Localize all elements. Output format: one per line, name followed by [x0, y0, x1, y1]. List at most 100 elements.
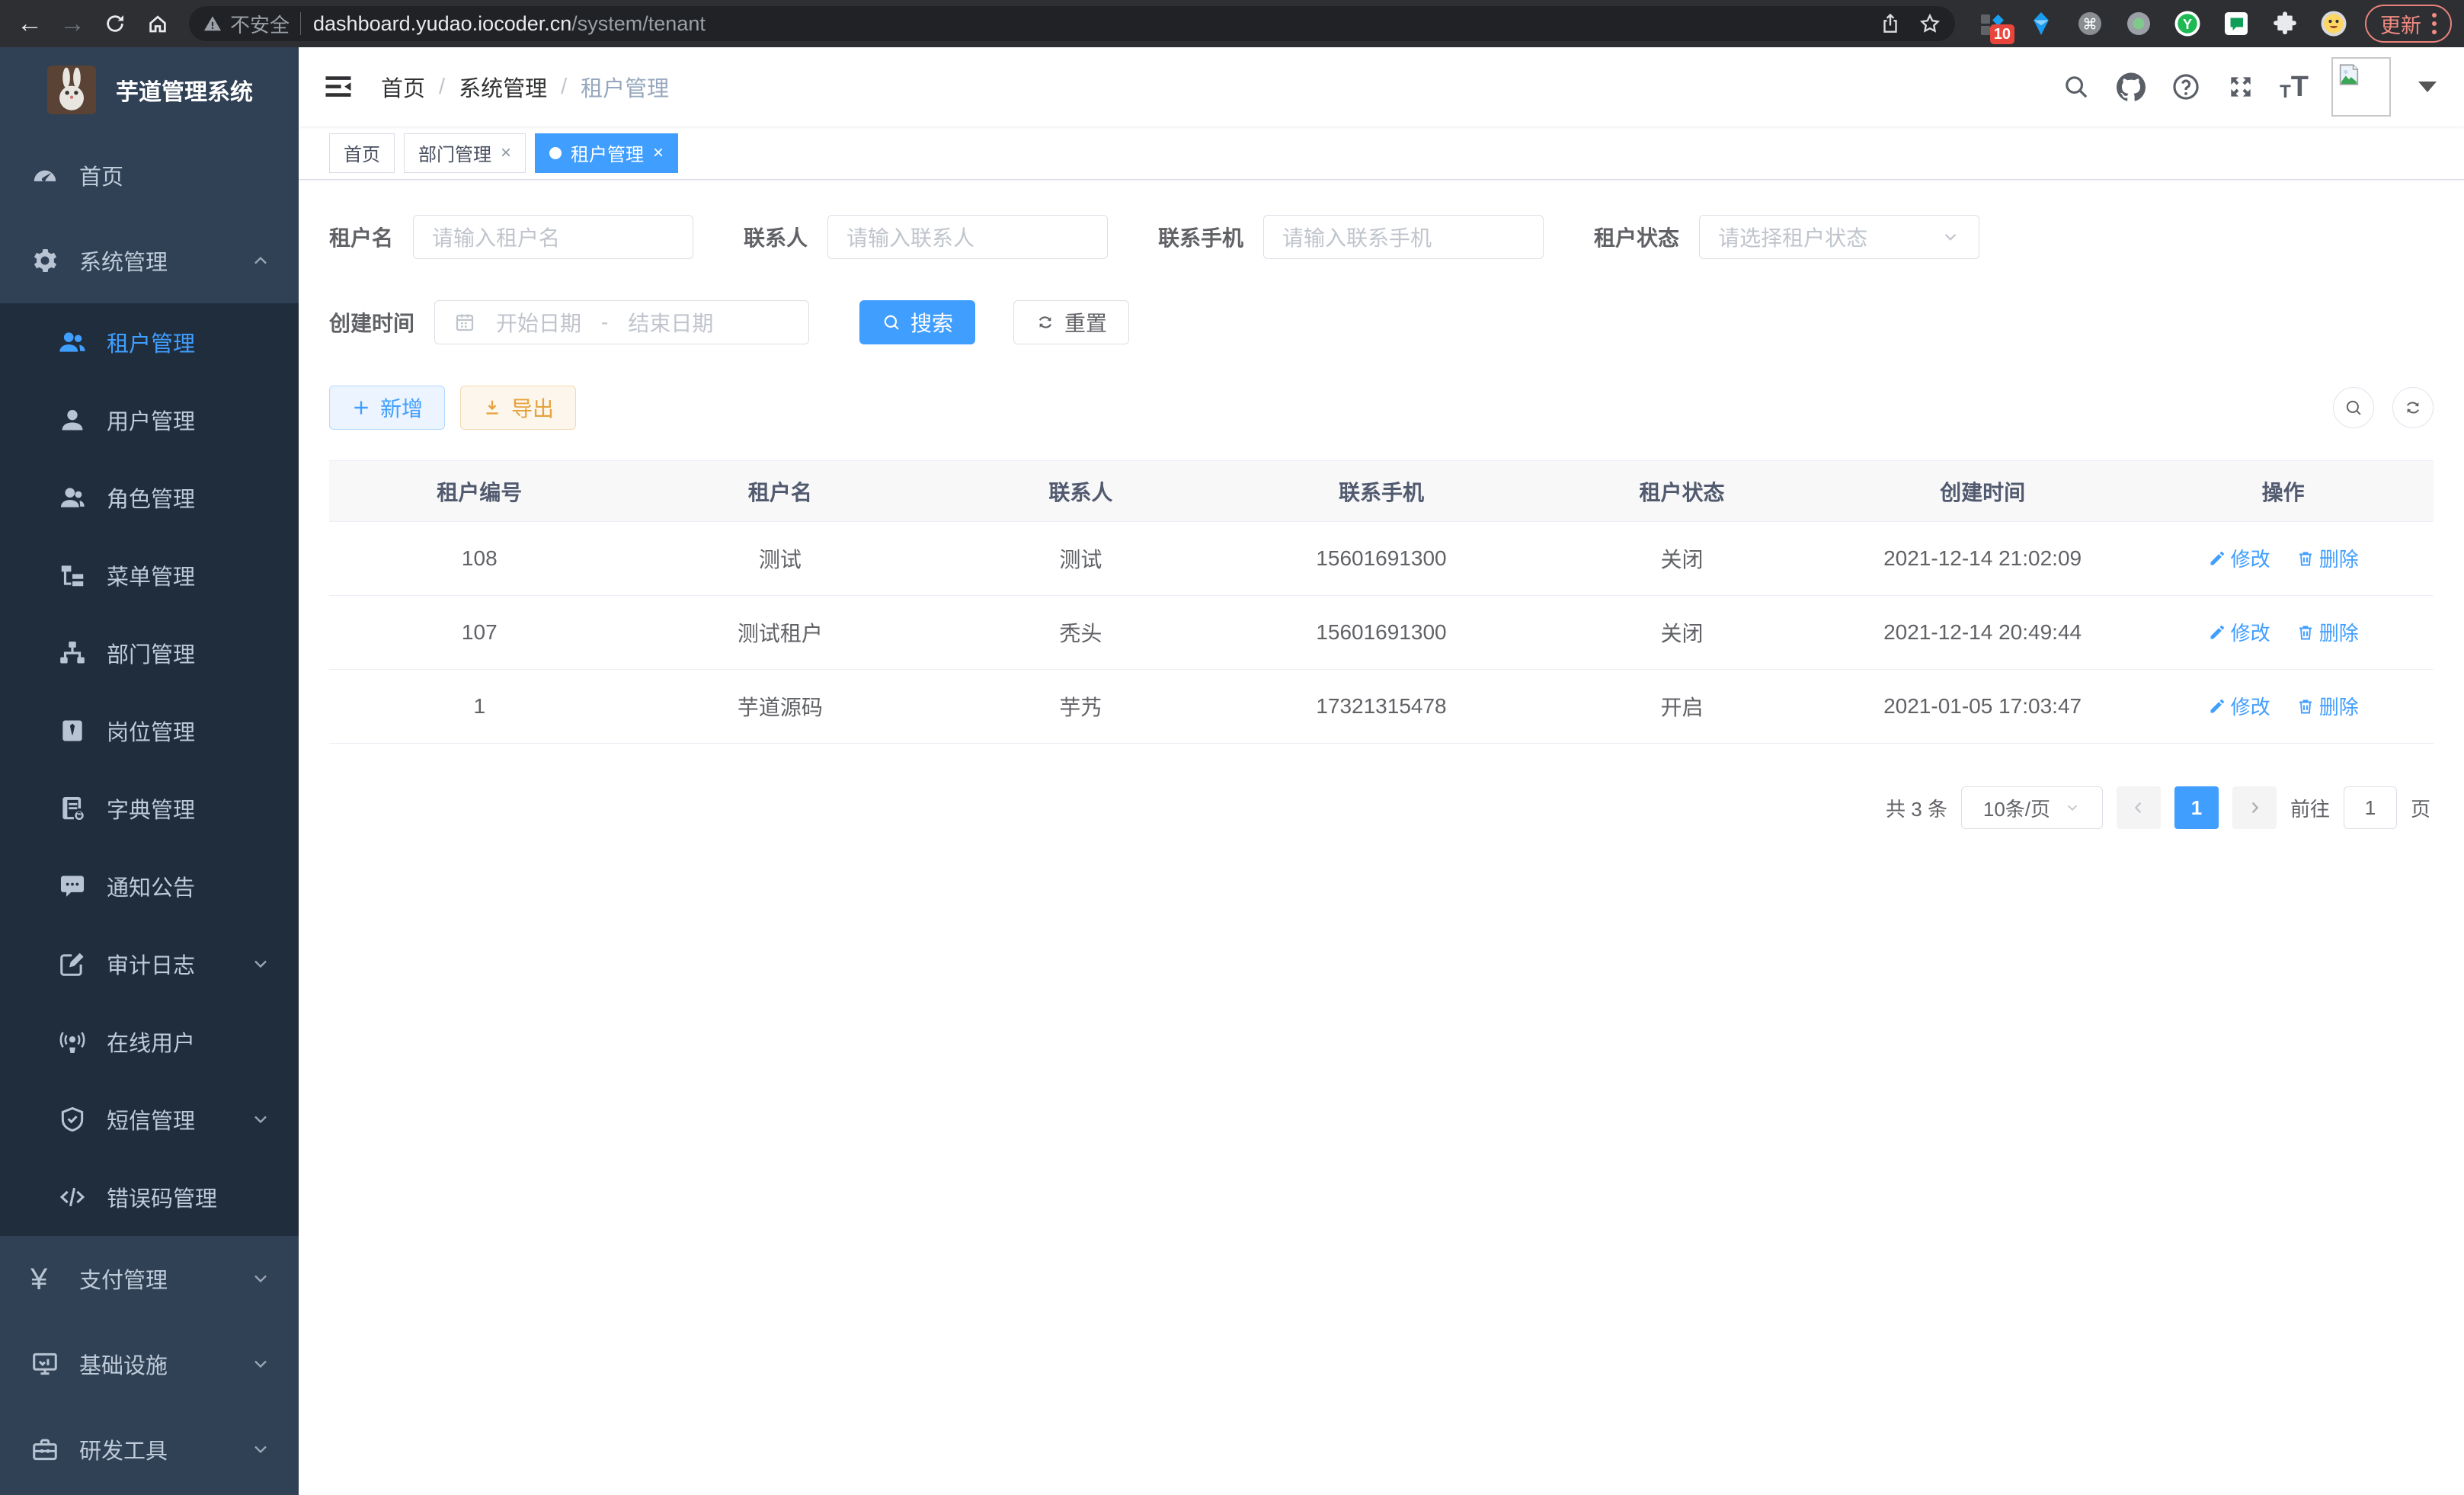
browser-menu-kebab-icon[interactable]	[2432, 13, 2437, 34]
breadcrumb-system[interactable]: 系统管理	[459, 71, 547, 103]
browser-reload-icon[interactable]	[98, 6, 133, 41]
edit-link[interactable]: 修改	[2208, 544, 2270, 572]
sidebar-collapse-icon[interactable]	[322, 70, 355, 104]
export-button[interactable]: 导出	[460, 386, 576, 430]
contact-input[interactable]: 请输入联系人	[827, 215, 1108, 259]
sidebar-item-错误码管理[interactable]: 错误码管理	[0, 1158, 299, 1236]
close-tab-icon[interactable]: ×	[653, 142, 664, 164]
header-search-icon[interactable]	[2060, 71, 2092, 103]
user-menu-caret-icon[interactable]	[2418, 82, 2437, 92]
sidebar-item-label: 系统管理	[79, 245, 168, 277]
sidebar-item-基础设施[interactable]: 基础设施	[0, 1321, 299, 1407]
delete-link[interactable]: 删除	[2296, 544, 2359, 572]
search-button[interactable]: 搜索	[859, 300, 975, 344]
edit-link[interactable]: 修改	[2208, 692, 2270, 720]
create-time-range-input[interactable]: 开始日期 - 结束日期	[434, 300, 809, 344]
sidebar-menu: 首页系统管理租户管理用户管理角色管理菜单管理部门管理岗位管理字典管理通知公告审计…	[0, 133, 299, 1492]
sidebar-item-部门管理[interactable]: 部门管理	[0, 614, 299, 692]
command-icon[interactable]: ⌘	[2071, 5, 2109, 43]
sidebar-item-短信管理[interactable]: 短信管理	[0, 1080, 299, 1158]
edit-link[interactable]: 修改	[2208, 618, 2270, 646]
browser-back-icon[interactable]: ←	[12, 6, 47, 41]
user-icon	[58, 405, 87, 434]
sidebar-item-label: 部门管理	[107, 637, 195, 669]
sidebar: 芋道管理系统 首页系统管理租户管理用户管理角色管理菜单管理部门管理岗位管理字典管…	[0, 47, 299, 1495]
y-circle-icon[interactable]: Y	[2168, 5, 2206, 43]
close-tab-icon[interactable]: ×	[501, 142, 511, 164]
online-user-icon	[58, 1027, 87, 1056]
help-icon[interactable]	[2170, 71, 2202, 103]
url-text[interactable]: dashboard.yudao.iocoder.cn/system/tenant	[313, 12, 1879, 36]
address-divider	[300, 12, 301, 35]
github-icon[interactable]	[2115, 71, 2147, 103]
avatar[interactable]	[2331, 57, 2391, 117]
browser-forward-icon[interactable]: →	[55, 6, 90, 41]
page-number-button[interactable]: 1	[2174, 786, 2219, 829]
sidebar-item-菜单管理[interactable]: 菜单管理	[0, 536, 299, 614]
table-row: 107测试租户秃头15601691300关闭2021-12-14 20:49:4…	[329, 596, 2434, 670]
goto-label: 前往	[2290, 794, 2330, 822]
address-bar[interactable]: 不安全 dashboard.yudao.iocoder.cn/system/te…	[189, 6, 1955, 41]
status-select[interactable]: 请选择租户状态	[1699, 215, 1979, 259]
tab-部门管理[interactable]: 部门管理×	[404, 133, 526, 173]
sidebar-item-用户管理[interactable]: 用户管理	[0, 381, 299, 459]
yen-icon: ¥	[30, 1264, 59, 1293]
toggle-search-icon[interactable]	[2333, 387, 2374, 428]
sidebar-item-岗位管理[interactable]: 岗位管理	[0, 692, 299, 770]
cell-status: 开启	[1531, 670, 1832, 744]
refresh-table-icon[interactable]	[2392, 387, 2434, 428]
sidebar-item-字典管理[interactable]: 字典管理	[0, 770, 299, 847]
sidebar-item-label: 错误码管理	[107, 1181, 217, 1213]
sidebar-item-支付管理[interactable]: ¥支付管理	[0, 1236, 299, 1321]
cell-name: 测试租户	[630, 596, 931, 670]
sidebar-item-审计日志[interactable]: 审计日志	[0, 925, 299, 1003]
breadcrumb-home[interactable]: 首页	[381, 71, 425, 103]
table-row: 1芋道源码芋艿17321315478开启2021-01-05 17:03:47修…	[329, 670, 2434, 744]
add-button[interactable]: 新增	[329, 386, 445, 430]
sidebar-item-label: 在线用户	[107, 1026, 195, 1058]
tenant-name-input[interactable]: 请输入租户名	[413, 215, 693, 259]
gem-icon[interactable]	[2022, 5, 2060, 43]
font-size-icon[interactable]: TT	[2280, 72, 2309, 101]
browser-home-icon[interactable]	[140, 6, 175, 41]
sidebar-item-label: 角色管理	[107, 482, 195, 514]
sidebar-item-在线用户[interactable]: 在线用户	[0, 1003, 299, 1080]
goto-page-input[interactable]: 1	[2344, 786, 2397, 829]
sidebar-item-租户管理[interactable]: 租户管理	[0, 303, 299, 381]
share-icon[interactable]	[1879, 12, 1902, 35]
sidebar-item-研发工具[interactable]: 研发工具	[0, 1407, 299, 1492]
sidebar-item-角色管理[interactable]: 角色管理	[0, 459, 299, 536]
sidebar-item-通知公告[interactable]: 通知公告	[0, 847, 299, 925]
fullscreen-icon[interactable]	[2225, 71, 2257, 103]
sidebar-item-label: 短信管理	[107, 1103, 195, 1135]
app-logo-row[interactable]: 芋道管理系统	[0, 47, 299, 133]
pagination: 共 3 条 10条/页 1 前往 1 页	[329, 786, 2430, 829]
emoji-face-icon[interactable]	[2315, 5, 2353, 43]
sidebar-item-系统管理[interactable]: 系统管理	[0, 218, 299, 303]
bookmark-star-icon[interactable]	[1918, 12, 1941, 35]
puzzle-icon[interactable]	[2266, 5, 2304, 43]
tab-租户管理[interactable]: 租户管理×	[535, 133, 678, 173]
browser-update-button[interactable]: 更新	[2365, 5, 2452, 43]
delete-link[interactable]: 删除	[2296, 692, 2359, 720]
sidebar-item-首页[interactable]: 首页	[0, 133, 299, 218]
column-header: 联系人	[930, 461, 1231, 522]
prev-page-button[interactable]	[2117, 786, 2161, 829]
cell-name: 芋道源码	[630, 670, 931, 744]
cell-mobile: 15601691300	[1231, 522, 1532, 596]
mobile-input[interactable]: 请输入联系手机	[1263, 215, 1544, 259]
sidebar-item-label: 基础设施	[79, 1348, 168, 1380]
blocks-diamond-icon[interactable]: 10	[1973, 5, 2011, 43]
record-dot-icon[interactable]	[2120, 5, 2158, 43]
audit-log-icon	[58, 949, 87, 978]
security-label[interactable]: 不安全	[230, 10, 290, 38]
tab-首页[interactable]: 首页	[329, 133, 395, 173]
delete-link[interactable]: 删除	[2296, 618, 2359, 646]
reset-button[interactable]: 重置	[1013, 300, 1129, 344]
chat-icon[interactable]	[2217, 5, 2255, 43]
status-label: 租户状态	[1594, 222, 1679, 252]
next-page-button[interactable]	[2232, 786, 2277, 829]
page-size-select[interactable]: 10条/页	[1961, 786, 2103, 829]
sidebar-item-label: 租户管理	[107, 326, 195, 358]
column-header: 创建时间	[1832, 461, 2133, 522]
